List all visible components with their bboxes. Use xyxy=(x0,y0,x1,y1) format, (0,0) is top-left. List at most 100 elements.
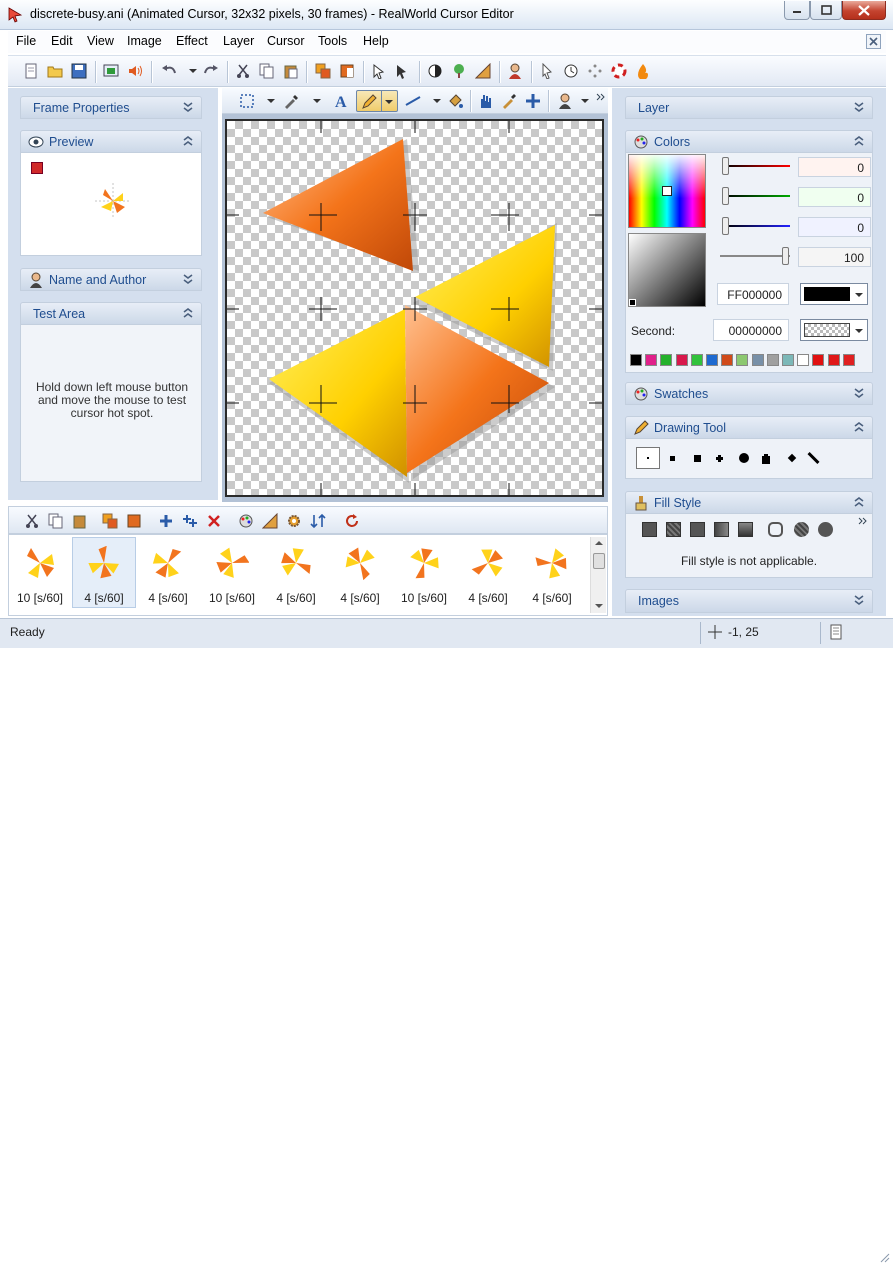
brush-plus[interactable] xyxy=(764,454,768,462)
brush-diagonal-long[interactable] xyxy=(807,451,820,465)
fill-style-header[interactable]: Fill Style xyxy=(625,491,873,514)
shape-round-hatched[interactable] xyxy=(794,522,809,537)
palette-swatch[interactable] xyxy=(660,354,673,366)
dropdown-icon[interactable] xyxy=(308,92,326,110)
images-header[interactable]: Images xyxy=(625,589,873,613)
palette-swatch[interactable] xyxy=(766,354,779,366)
fill-gradient[interactable] xyxy=(714,522,729,537)
brush-plus-small[interactable] xyxy=(718,457,721,460)
gear-icon[interactable] xyxy=(285,512,303,530)
close-button[interactable] xyxy=(842,1,886,20)
frame-thumbnail[interactable]: 10 [s/60] xyxy=(8,540,72,608)
menu-effect[interactable]: Effect xyxy=(176,34,208,48)
line-tool-icon[interactable] xyxy=(404,92,422,110)
fill-hatched[interactable] xyxy=(666,522,681,537)
undo-icon[interactable] xyxy=(160,62,178,80)
primary-color-dropdown[interactable] xyxy=(800,283,868,305)
close-document-button[interactable] xyxy=(866,34,881,49)
frame-thumbnail[interactable]: 4 [s/60] xyxy=(456,540,520,608)
frame-properties-header[interactable]: Frame Properties xyxy=(20,96,202,119)
palette-swatch[interactable] xyxy=(630,354,642,366)
new-icon[interactable] xyxy=(22,62,40,80)
pencil-tool-button[interactable] xyxy=(356,90,398,112)
insert-frames-icon[interactable] xyxy=(181,512,199,530)
frame-thumbnail[interactable]: 4 [s/60] xyxy=(72,540,136,608)
maximize-button[interactable] xyxy=(810,1,842,20)
menu-layer[interactable]: Layer xyxy=(223,34,254,48)
test-area-header[interactable]: Test Area xyxy=(20,302,202,325)
frame-thumbnail[interactable]: 4 [s/60] xyxy=(264,540,328,608)
layer-icon[interactable] xyxy=(338,62,356,80)
user-icon[interactable] xyxy=(506,62,524,80)
stop-button[interactable] xyxy=(31,162,43,174)
cursor-test-icon[interactable] xyxy=(394,62,412,80)
copy-frame-icon[interactable] xyxy=(47,512,65,530)
palette-swatch[interactable] xyxy=(751,354,764,366)
frame-thumbnail[interactable]: 4 [s/60] xyxy=(520,540,584,608)
preview-header[interactable]: Preview xyxy=(20,130,202,153)
pointer-icon[interactable] xyxy=(538,62,556,80)
brush-2px[interactable] xyxy=(670,456,675,461)
text-tool-icon[interactable]: A xyxy=(332,92,350,110)
second-color-dropdown[interactable] xyxy=(800,319,868,341)
eyedropper-icon[interactable] xyxy=(500,92,518,110)
green-value-field[interactable]: 0 xyxy=(798,187,871,207)
minimize-button[interactable] xyxy=(784,1,810,20)
selection-icon[interactable] xyxy=(238,92,256,110)
cut-frame-icon[interactable] xyxy=(23,512,41,530)
palette-icon[interactable] xyxy=(237,512,255,530)
busy-dots-icon[interactable] xyxy=(586,62,604,80)
frame-thumbnail[interactable]: 4 [s/60] xyxy=(136,540,200,608)
sort-frames-icon[interactable] xyxy=(309,512,327,530)
contrast-icon[interactable] xyxy=(426,62,444,80)
hotspot-icon[interactable] xyxy=(370,62,388,80)
blue-value-field[interactable]: 0 xyxy=(798,217,871,237)
name-author-header[interactable]: Name and Author xyxy=(20,268,202,291)
brush-diagonal[interactable] xyxy=(787,453,797,463)
frames-scrollbar[interactable] xyxy=(590,537,606,613)
save-icon[interactable] xyxy=(70,62,88,80)
fill-solid[interactable] xyxy=(642,522,657,537)
red-value-field[interactable]: 0 xyxy=(798,157,871,177)
palette-swatch[interactable] xyxy=(812,354,825,366)
green-slider-thumb[interactable] xyxy=(722,187,729,205)
cut-icon[interactable] xyxy=(234,62,252,80)
menu-cursor[interactable]: Cursor xyxy=(267,34,305,48)
layer-header[interactable]: Layer xyxy=(625,96,873,119)
scroll-up-icon[interactable] xyxy=(591,538,607,548)
refresh-icon[interactable] xyxy=(343,512,361,530)
blue-slider-thumb[interactable] xyxy=(722,217,729,235)
primary-hex-field[interactable]: FF000000 xyxy=(717,283,789,305)
menu-edit[interactable]: Edit xyxy=(51,34,73,48)
frame-thumbnail[interactable]: 10 [s/60] xyxy=(200,540,264,608)
open-icon[interactable] xyxy=(46,62,64,80)
paste-frame-icon[interactable] xyxy=(71,512,89,530)
tree-icon[interactable] xyxy=(450,62,468,80)
alpha-slider-thumb[interactable] xyxy=(782,247,789,265)
menu-view[interactable]: View xyxy=(87,34,114,48)
dropdown-icon[interactable] xyxy=(428,92,446,110)
palette-swatch[interactable] xyxy=(706,354,718,366)
ruler-icon[interactable] xyxy=(261,512,279,530)
fill-dark[interactable] xyxy=(690,522,705,537)
hand-icon[interactable] xyxy=(476,92,494,110)
ruler-icon[interactable] xyxy=(474,62,492,80)
menu-help[interactable]: Help xyxy=(363,34,389,48)
palette-swatch[interactable] xyxy=(797,354,810,366)
fill-bucket-icon[interactable] xyxy=(446,92,464,110)
drawing-canvas[interactable] xyxy=(225,119,604,497)
copy-icon[interactable] xyxy=(258,62,276,80)
shape-rounded-outline[interactable] xyxy=(768,522,783,537)
frame-thumbnail[interactable]: 10 [s/60] xyxy=(392,540,456,608)
brush-1px[interactable] xyxy=(636,447,660,469)
color-picker-icon[interactable] xyxy=(282,92,300,110)
palette-swatch[interactable] xyxy=(675,354,688,366)
scroll-down-icon[interactable] xyxy=(591,601,607,611)
red-slider-thumb[interactable] xyxy=(722,157,729,175)
overflow-icon[interactable] xyxy=(592,88,610,106)
colors-header[interactable]: Colors xyxy=(625,130,873,153)
move-icon[interactable] xyxy=(524,92,542,110)
palette-swatch[interactable] xyxy=(736,354,749,366)
menu-tools[interactable]: Tools xyxy=(318,34,347,48)
redo-icon[interactable] xyxy=(202,62,220,80)
